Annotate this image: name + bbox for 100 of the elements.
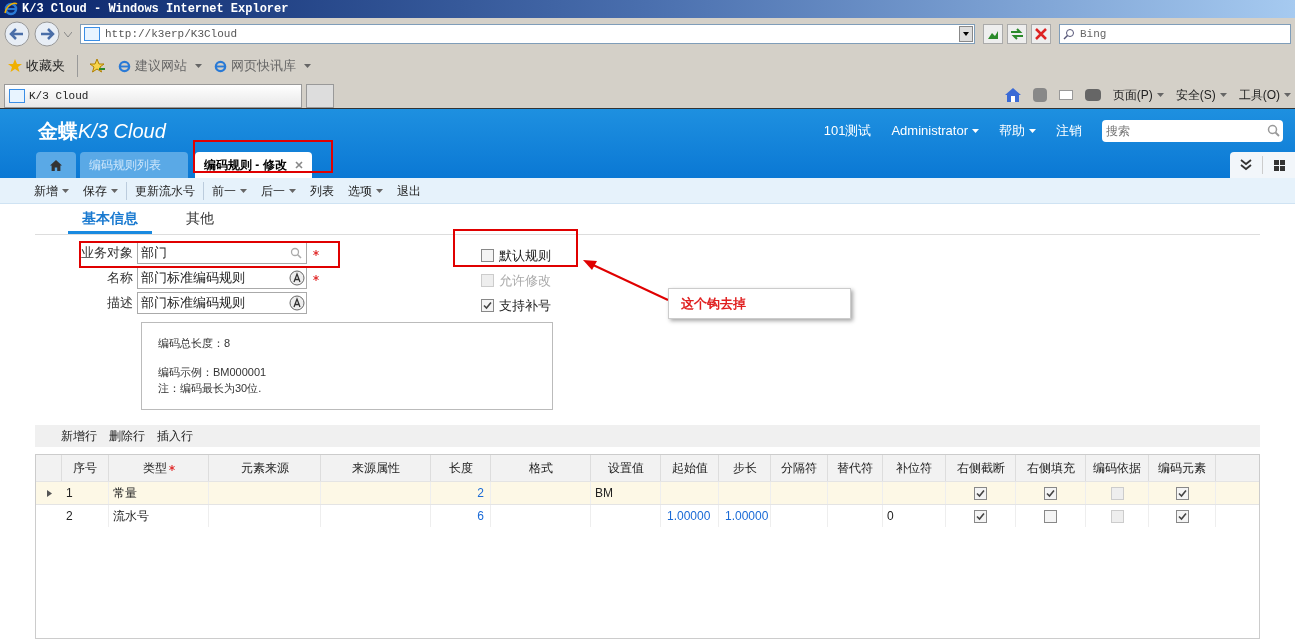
table-cell-text: 1.00000	[725, 508, 769, 525]
forward-button[interactable]	[34, 21, 60, 47]
row-pointer-icon	[46, 489, 52, 497]
add-favorite-icon[interactable]	[90, 59, 106, 73]
caret-icon	[195, 64, 202, 68]
form-tab[interactable]: 基本信息	[68, 208, 152, 234]
field-label: 名称	[106, 269, 134, 288]
stop-button[interactable]	[1031, 24, 1051, 44]
grid-toolbar-button[interactable]: 插入行	[157, 427, 193, 445]
command-menu[interactable]: 页面(P)	[1112, 86, 1164, 104]
caret-icon	[1284, 93, 1291, 97]
toolbar-button[interactable]: 退出	[397, 181, 421, 200]
table-cell-text: 1.00000	[667, 508, 711, 525]
required-icon	[168, 465, 175, 471]
info-text: 注：编码最长为30位.	[158, 381, 263, 396]
form-tab[interactable]: 其他	[172, 208, 228, 234]
favorite-link[interactable]: 网页快讯库	[214, 56, 311, 76]
favorites-button[interactable]: 收藏夹	[8, 56, 65, 76]
browser-tab[interactable]: K/3 Cloud	[4, 84, 302, 108]
caret-icon	[1156, 93, 1164, 97]
search-field[interactable]: Bing	[1059, 24, 1291, 44]
input-field[interactable]: 部门标准编码规则	[137, 292, 307, 314]
browser-logo-icon	[118, 59, 131, 73]
search-icon	[1267, 123, 1280, 137]
page-tab[interactable]: 编码规则 - 修改	[195, 152, 312, 178]
app-logo: 金蝶K/3 Cloud	[38, 118, 166, 144]
checkbox-label: 允许修改	[499, 271, 551, 290]
toolbar-button[interactable]: 列表	[310, 181, 334, 200]
site-icon	[84, 27, 100, 41]
command-menu[interactable]: 安全(S)	[1175, 86, 1227, 104]
field-label: 描述	[106, 294, 134, 313]
home-icon	[50, 159, 62, 171]
compatibility-button[interactable]	[983, 24, 1003, 44]
search-field[interactable]: 搜索	[1102, 119, 1283, 142]
command-menu[interactable]: 工具(O)	[1238, 86, 1291, 104]
caret-icon	[304, 64, 311, 68]
toolbar-button[interactable]: 保存	[83, 181, 118, 200]
checkbox[interactable]	[974, 509, 987, 523]
close-icon[interactable]	[294, 161, 303, 169]
header-link[interactable]: Administrator	[891, 120, 979, 141]
dropdown-button[interactable]	[959, 26, 973, 42]
grid-toolbar-button[interactable]: 新增行	[61, 427, 97, 445]
caret-icon	[1219, 93, 1227, 97]
table-cell-text: 2	[66, 508, 73, 525]
caret-icon	[240, 188, 247, 193]
checkbox[interactable]	[1044, 486, 1057, 500]
input-field[interactable]: 部门	[137, 242, 307, 264]
toolbar-button[interactable]: 新增	[34, 181, 69, 200]
refresh-button[interactable]	[1007, 24, 1027, 44]
search-icon	[1063, 28, 1075, 40]
header-link[interactable]: 帮助	[999, 120, 1036, 141]
browser-logo-icon	[4, 2, 18, 16]
info-text: 编码总长度：8	[158, 336, 232, 351]
header-link[interactable]: 101测试	[823, 120, 872, 141]
info-text: 编码示例：BM000001	[158, 364, 268, 380]
header-link[interactable]: 注销	[1056, 120, 1082, 141]
browser-logo-icon	[214, 59, 227, 73]
table-cell-text: 常量	[113, 485, 137, 502]
table-cell-text: 2	[477, 485, 484, 502]
table-row[interactable]: 2 流水号 6 1.00000 1.00000 0	[36, 504, 1259, 527]
checkbox[interactable]	[481, 299, 494, 312]
table-cell-text: 6	[477, 508, 484, 525]
field-label: 业务对象	[80, 244, 134, 263]
checkbox[interactable]	[1175, 509, 1189, 523]
translate-icon[interactable]	[289, 270, 305, 286]
star-icon	[8, 59, 22, 73]
favorite-link[interactable]: 建议网站	[118, 56, 202, 76]
home-tab[interactable]	[36, 152, 76, 178]
back-button[interactable]	[4, 21, 30, 47]
caret-icon	[289, 188, 296, 193]
toolbar-button[interactable]: 选项	[348, 181, 383, 200]
table-cell-text: 流水号	[113, 508, 149, 525]
address-field[interactable]: http://k3erp/K3Cloud	[80, 24, 975, 44]
checkbox[interactable]	[974, 486, 987, 500]
checkbox[interactable]	[481, 249, 494, 262]
checkbox-label: 支持补号	[499, 296, 551, 315]
caret-icon	[1029, 128, 1036, 133]
checkbox[interactable]	[1044, 509, 1057, 523]
home-icon[interactable]	[1004, 88, 1021, 102]
checkbox-label: 默认规则	[499, 246, 551, 265]
caret-icon[interactable]	[64, 31, 72, 37]
caret-icon	[62, 188, 69, 193]
table-row[interactable]: 1 常量 2 BM	[36, 481, 1259, 504]
table-cell-text: BM	[595, 485, 613, 502]
table-cell-text: 0	[887, 508, 894, 525]
toolbar-button[interactable]: 更新流水号	[135, 181, 195, 200]
caret-icon	[376, 188, 383, 193]
checkbox[interactable]	[1175, 486, 1189, 500]
translate-icon[interactable]	[289, 295, 305, 311]
mail-icon[interactable]	[1058, 90, 1073, 100]
caret-icon	[972, 128, 979, 133]
toolbar-button[interactable]: 后一	[261, 181, 296, 200]
caret-icon	[111, 188, 118, 193]
toolbar-button[interactable]: 前一	[212, 181, 247, 200]
search-icon[interactable]	[290, 247, 302, 259]
window-title: K/3 Cloud - Windows Internet Explorer	[22, 1, 289, 18]
arrow-icon	[581, 258, 669, 304]
annotation-callout: 这个钩去掉	[668, 288, 851, 319]
grid-toolbar-button[interactable]: 删除行	[109, 427, 145, 445]
table-cell-text: 1	[66, 485, 73, 502]
